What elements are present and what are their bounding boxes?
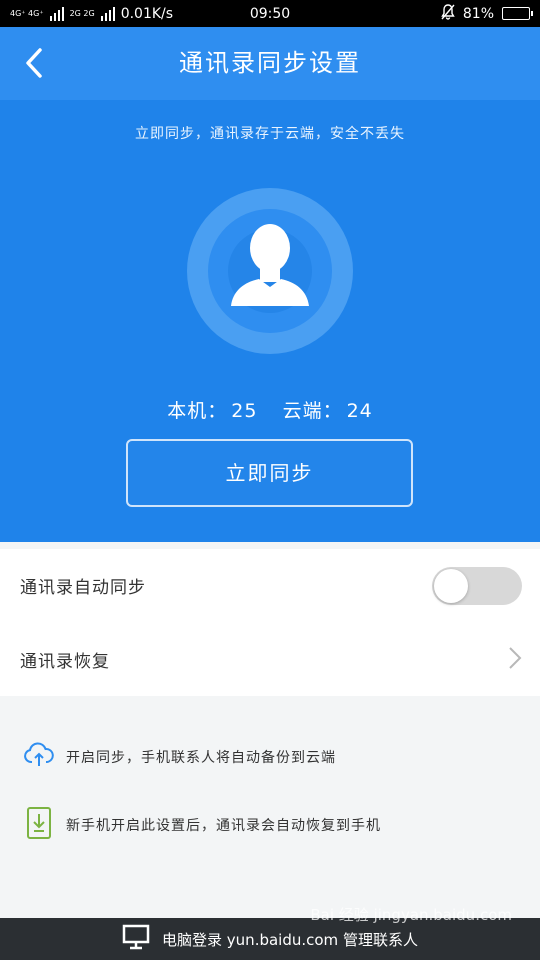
sync-hero: 立即同步，通讯录存于云端，安全不丢失 本机： 25 云端： 24 立即同步 — [0, 100, 540, 542]
status-bar: 4G⁺ 4G⁺ 2G 2G 0.01K/s 09:50 81% — [0, 0, 540, 27]
page-title: 通讯录同步设置 — [179, 49, 361, 77]
toggle-knob — [434, 568, 468, 603]
status-right: 81% — [330, 3, 533, 24]
contact-counts: 本机： 25 云端： 24 — [0, 396, 540, 423]
bell-muted-icon — [441, 3, 455, 24]
restore-row[interactable]: 通讯录恢复 — [0, 623, 540, 696]
phone-download-icon — [24, 806, 54, 844]
info-item-cloud: 开启同步，手机联系人将自动备份到云端 — [24, 742, 336, 772]
sync-now-button[interactable]: 立即同步 — [126, 439, 413, 507]
info-item-phone: 新手机开启此设置后，通讯录会自动恢复到手机 — [24, 806, 381, 844]
network-type-1: 4G⁺ 4G⁺ — [10, 8, 44, 18]
clock: 09:50 — [249, 5, 291, 22]
network-speed: 0.01K/s — [120, 5, 174, 22]
info-text-cloud: 开启同步，手机联系人将自动备份到云端 — [66, 750, 336, 766]
monitor-icon — [122, 924, 150, 954]
cloud-count-label: 云端： — [282, 400, 343, 422]
battery-icon — [502, 7, 533, 20]
signal-icon-2 — [100, 6, 115, 21]
auto-sync-row[interactable]: 通讯录自动同步 — [0, 549, 540, 622]
auto-sync-toggle[interactable] — [432, 566, 522, 605]
cloud-upload-icon — [24, 742, 54, 772]
restore-label: 通讯录恢复 — [20, 652, 110, 672]
hero-subtitle: 立即同步，通讯录存于云端，安全不丢失 — [135, 126, 405, 142]
cloud-count: 24 — [346, 400, 373, 422]
chevron-right-icon — [508, 646, 522, 674]
signal-icon — [49, 6, 64, 21]
chevron-left-icon — [26, 48, 42, 78]
avatar — [187, 188, 353, 354]
local-count: 25 — [231, 400, 258, 422]
info-text-phone: 新手机开启此设置后，通讯录会自动恢复到手机 — [66, 818, 381, 834]
auto-sync-label: 通讯录自动同步 — [20, 578, 146, 598]
back-button[interactable] — [18, 45, 54, 81]
battery-percent: 81% — [462, 5, 494, 22]
user-silhouette-icon — [187, 188, 353, 354]
settings-list: 通讯录自动同步 通讯录恢复 — [0, 549, 540, 696]
pc-login-bar[interactable]: 电脑登录 yun.baidu.com 管理联系人 — [0, 918, 540, 960]
status-left: 4G⁺ 4G⁺ 2G 2G 0.01K/s — [10, 6, 210, 22]
local-count-label: 本机： — [167, 400, 228, 422]
pc-login-text: 电脑登录 yun.baidu.com 管理联系人 — [162, 930, 418, 949]
info-section: 开启同步，手机联系人将自动备份到云端 新手机开启此设置后，通讯录会自动恢复到手机 — [0, 696, 540, 918]
network-type-2: 2G 2G — [69, 8, 95, 18]
title-bar: 通讯录同步设置 — [0, 27, 540, 100]
